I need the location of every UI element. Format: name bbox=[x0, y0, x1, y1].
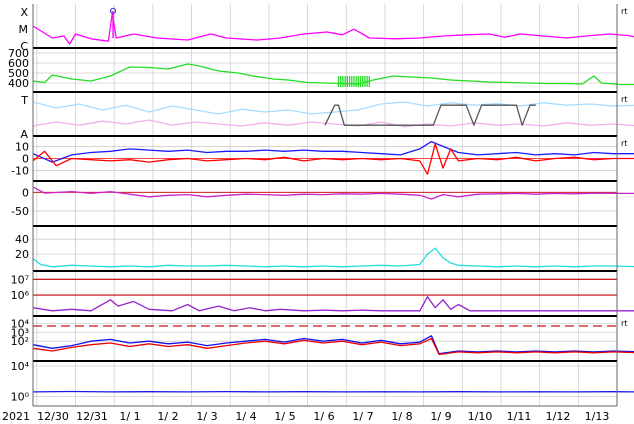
series-line bbox=[324, 104, 536, 126]
data-series bbox=[32, 7, 634, 393]
grid bbox=[33, 4, 618, 406]
x-tick-label: 1/ 4 bbox=[235, 410, 256, 423]
y-tick-label: 0 bbox=[22, 186, 29, 199]
series-line bbox=[32, 186, 634, 200]
y-tick-label: 40 bbox=[15, 233, 29, 246]
right-marker-label: rt bbox=[621, 95, 627, 104]
y-tick-label: -50 bbox=[11, 205, 29, 218]
right-marker-label: rt bbox=[621, 319, 627, 328]
y-tick-label: 700 bbox=[8, 47, 29, 60]
panel-frames bbox=[32, 4, 618, 407]
y-tick-label: -10 bbox=[11, 165, 29, 178]
x-tick-label: 1/13 bbox=[585, 410, 610, 423]
x-tick-label: 1/ 3 bbox=[196, 410, 217, 423]
right-marker-label: rt bbox=[621, 139, 627, 148]
y-tick-label: 10⁴ bbox=[11, 317, 30, 330]
x-tick-label: 1/12 bbox=[546, 410, 571, 423]
x-tick-label: 1/ 7 bbox=[352, 410, 373, 423]
series-line bbox=[32, 12, 634, 45]
y-tick-label: 10 bbox=[15, 140, 29, 153]
panel-y-label: X bbox=[20, 6, 28, 19]
series-line bbox=[32, 143, 634, 175]
space-weather-chart: XMCrt400500600700TArt-10010 rt-500204010⁶… bbox=[2, 4, 634, 423]
right-marker-label: rt bbox=[621, 7, 627, 16]
series-line bbox=[32, 63, 634, 86]
series-line bbox=[32, 247, 634, 268]
x-tick-label: 1/10 bbox=[468, 410, 493, 423]
x-tick-label: 12/30 bbox=[37, 410, 69, 423]
x-tick-label: 12/31 bbox=[76, 410, 108, 423]
x-tick-label: 1/ 2 bbox=[157, 410, 178, 423]
x-tick-label: 1/ 6 bbox=[313, 410, 334, 423]
x-tick-label: 1/ 5 bbox=[274, 410, 295, 423]
x-tick-label: 1/ 1 bbox=[119, 410, 140, 423]
y-tick-label: 10⁰ bbox=[11, 390, 30, 403]
y-tick-label: 10⁷ bbox=[11, 273, 29, 286]
panel-y-label: M bbox=[19, 23, 29, 36]
panel-y-label: A bbox=[20, 128, 28, 141]
series-line bbox=[32, 119, 634, 128]
y-tick-label: 0 bbox=[22, 153, 29, 166]
x-tick-label: 2021 bbox=[2, 410, 30, 423]
x-tick-label: 1/ 9 bbox=[430, 410, 451, 423]
x-tick-label: 1/11 bbox=[507, 410, 532, 423]
series-line bbox=[32, 296, 634, 312]
y-tick-label: 10⁴ bbox=[11, 360, 30, 373]
y-tick-label: 20 bbox=[15, 248, 29, 261]
panel-y-label: T bbox=[20, 94, 28, 107]
x-tick-label: 1/ 8 bbox=[391, 410, 412, 423]
y-tick-label: 10⁶ bbox=[11, 289, 30, 302]
